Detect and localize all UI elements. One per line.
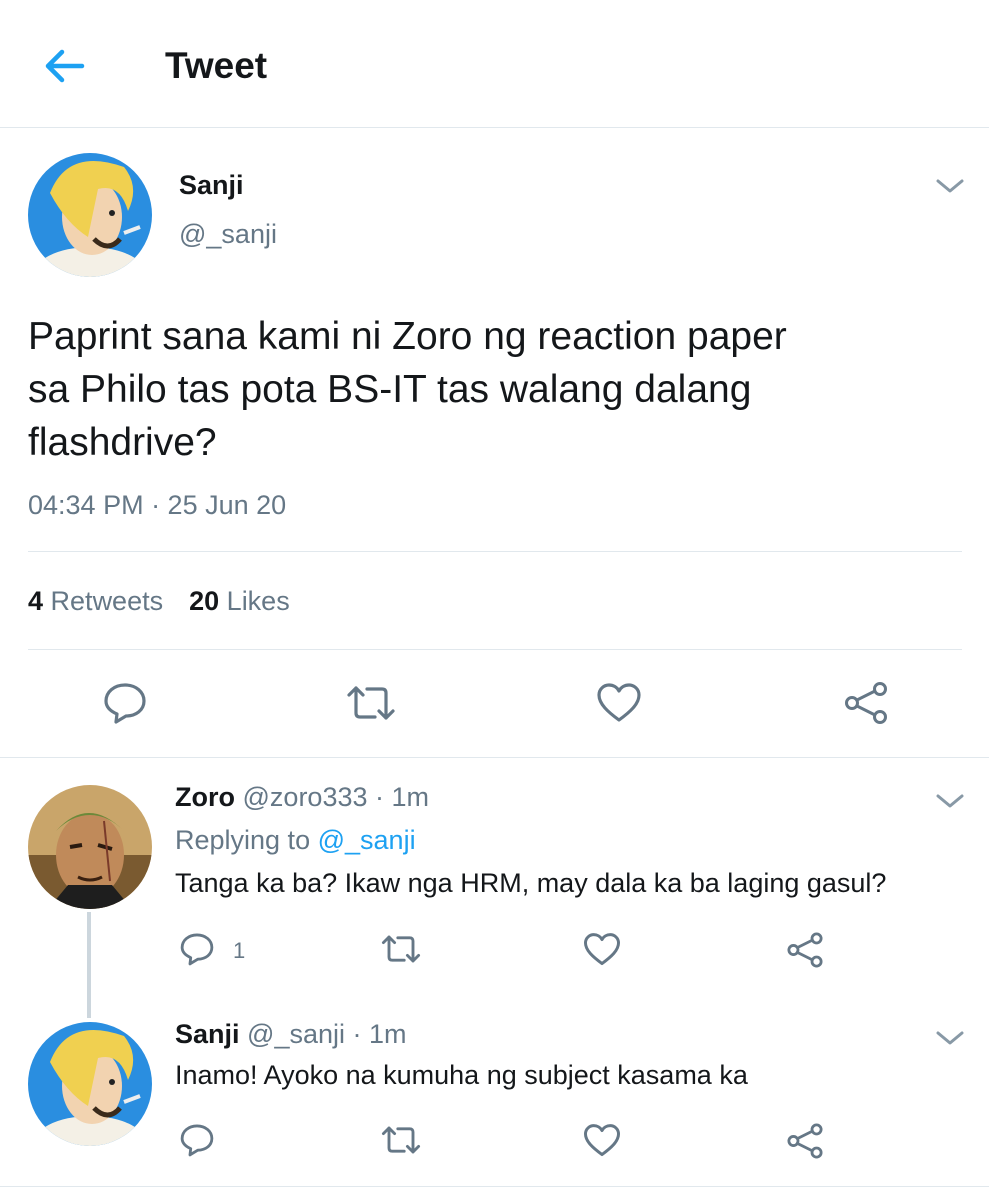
share-icon[interactable] <box>786 931 824 969</box>
retweet-icon[interactable] <box>380 1124 422 1156</box>
reply-text: Tanga ka ba? Ikaw nga HRM, may dala ka b… <box>175 868 887 898</box>
chevron-down-icon[interactable] <box>935 176 965 196</box>
divider <box>28 649 962 650</box>
avatar[interactable] <box>28 785 152 909</box>
author-name[interactable]: Sanji <box>179 168 244 202</box>
likes-stat[interactable]: 20 Likes <box>189 586 290 616</box>
reply-icon[interactable] <box>179 931 215 967</box>
top-app-bar: Tweet <box>0 0 989 128</box>
tweet-text-line: flashdrive? <box>28 421 217 464</box>
reply-author-meta[interactable]: @_sanji · 1m <box>247 1019 406 1049</box>
tweet-text-line: Paprint sana kami ni Zoro ng reaction pa… <box>28 315 787 358</box>
divider <box>28 551 962 552</box>
retweet-icon[interactable] <box>380 933 422 965</box>
reply-author-meta[interactable]: @zoro333 · 1m <box>243 782 429 812</box>
replying-to-handle[interactable]: @_sanji <box>318 825 416 855</box>
tweet-stats: 4 Retweets 20 Likes <box>28 584 290 618</box>
replying-to-label: Replying to <box>175 825 311 855</box>
arrow-left-icon[interactable] <box>40 44 88 88</box>
reply-text: Inamo! Ayoko na kumuha ng subject kasama… <box>175 1060 748 1090</box>
like-icon[interactable] <box>596 682 642 724</box>
author-handle[interactable]: @_sanji <box>179 217 277 251</box>
tweet-text: Paprint sana kami ni Zoro ng reaction pa… <box>28 310 928 469</box>
like-icon[interactable] <box>583 1123 621 1158</box>
replying-to: Replying to @_sanji <box>175 823 416 857</box>
reply-icon[interactable] <box>179 1122 215 1158</box>
share-icon[interactable] <box>843 680 889 726</box>
retweets-stat[interactable]: 4 Retweets <box>28 586 163 616</box>
reply-count: 1 <box>233 938 246 963</box>
reply-icon[interactable] <box>102 681 148 725</box>
page-title: Tweet <box>165 45 268 86</box>
reply-header: Sanji @_sanji · 1m <box>175 1017 407 1051</box>
reply-header: Zoro @zoro333 · 1m <box>175 780 429 814</box>
chevron-down-icon[interactable] <box>935 791 965 811</box>
chevron-down-icon[interactable] <box>935 1028 965 1048</box>
like-icon[interactable] <box>583 932 621 967</box>
divider <box>0 757 989 758</box>
reply-author-name[interactable]: Zoro <box>175 782 235 812</box>
tweet-text-line: sa Philo tas pota BS-IT tas walang dalan… <box>28 368 752 411</box>
tweet-detail-page: Tweet Sanji @_sanji Paprint sana kami ni… <box>0 0 989 1200</box>
retweet-icon[interactable] <box>345 683 397 723</box>
tweet-timestamp: 04:34 PM · 25 Jun 20 <box>28 490 287 520</box>
thread-line <box>87 912 91 1018</box>
divider <box>0 1186 989 1187</box>
likes-label: Likes <box>226 586 290 616</box>
share-icon[interactable] <box>786 1122 824 1160</box>
avatar[interactable] <box>28 153 152 277</box>
reply-author-name[interactable]: Sanji <box>175 1019 240 1049</box>
likes-count: 20 <box>189 586 220 616</box>
avatar[interactable] <box>28 1022 152 1146</box>
retweets-label: Retweets <box>50 586 164 616</box>
retweets-count: 4 <box>28 586 44 616</box>
